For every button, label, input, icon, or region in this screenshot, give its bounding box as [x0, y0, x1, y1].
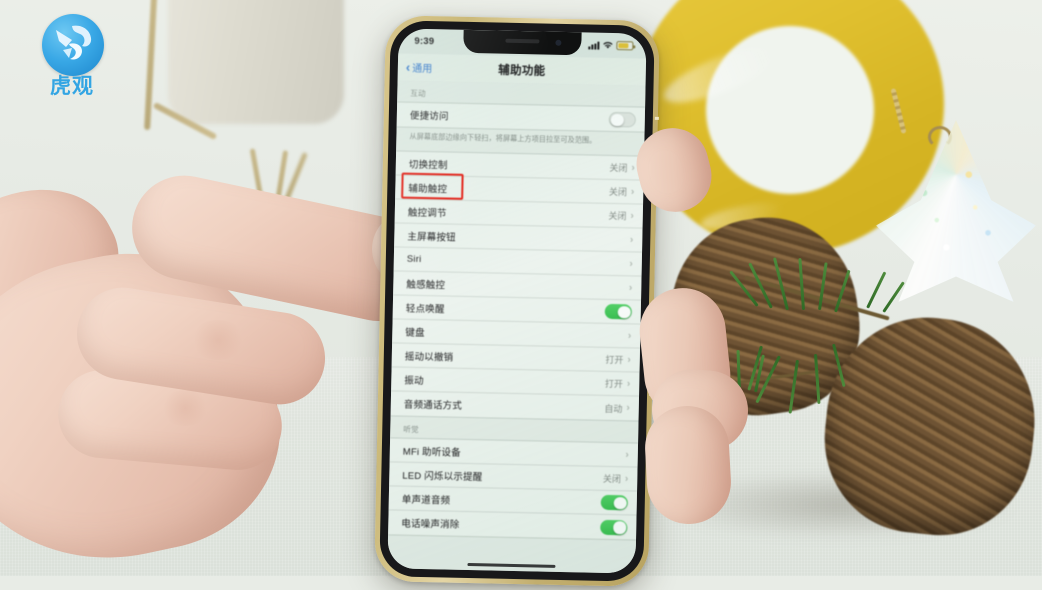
navigation-bar: ‹ 通用 辅助功能 [397, 53, 647, 86]
row-label: 触感触控 [406, 279, 446, 292]
earpiece-speaker-icon [505, 38, 540, 44]
phone-screen[interactable]: 9:39 ‹ 通用 辅助功能 互动 便捷访问 从屏幕底部边缘向下轻扫，将屏幕上方… [387, 28, 647, 574]
row-label: 触控调节 [407, 207, 447, 220]
watermark-brand-text: 虎观 [50, 74, 94, 98]
row-label: 摇动以撤销 [404, 351, 454, 364]
row-label: Siri [406, 254, 422, 266]
support-finger-1 [628, 120, 720, 220]
signal-bars-icon [588, 41, 600, 50]
tiger-circle-logo-icon [56, 25, 92, 60]
row-label: LED 闪烁以示提醒 [402, 470, 483, 484]
row-label: 单声道音频 [401, 494, 451, 507]
row-label: 键盘 [405, 327, 425, 340]
row-label: MFi 助听设备 [402, 446, 461, 459]
battery-low-power-icon [616, 41, 634, 51]
row-label: 音频通话方式 [403, 400, 463, 413]
white-planter-pot [168, 0, 344, 124]
screen-notch [463, 29, 582, 56]
watermark-logo: 虎观 [30, 14, 114, 98]
settings-group-hearing: MFi 助听设备 › LED 闪烁以示提醒 关闭 › 单声道音频 电话噪声消除 [388, 437, 639, 541]
row-label: 便捷访问 [409, 110, 449, 123]
status-bar-time: 9:39 [414, 35, 435, 48]
knuckle-shade-2 [160, 390, 210, 426]
list-item[interactable]: 电话噪声消除 [388, 511, 636, 540]
status-bar-indicators [588, 40, 634, 51]
row-label: 振动 [404, 375, 424, 388]
row-label: 辅助触控 [408, 183, 448, 196]
row-label: 电话噪声消除 [401, 519, 460, 532]
row-label: 主屏幕按钮 [407, 231, 456, 244]
support-finger-3 [642, 403, 734, 527]
back-button[interactable]: ‹ 通用 [405, 59, 433, 76]
back-button-label: 通用 [412, 63, 433, 76]
row-label: 切换控制 [408, 159, 448, 172]
settings-list[interactable]: 互动 便捷访问 从屏幕底部边缘向下轻扫，将屏幕上方项目拉至可及范围。 切换控制 … [387, 80, 646, 574]
wifi-icon [603, 42, 613, 49]
front-camera-icon [555, 39, 562, 46]
hand-supporting [616, 120, 796, 570]
chevron-left-icon: ‹ [405, 59, 411, 75]
page-title: 辅助功能 [498, 64, 546, 78]
settings-group-main: 切换控制 关闭 › 辅助触控 关闭 › 触控调节 关闭 › 主屏幕按钮 › Si… [390, 150, 645, 423]
knuckle-shade-1 [190, 320, 246, 360]
row-label: 轻点唤醒 [405, 303, 445, 316]
